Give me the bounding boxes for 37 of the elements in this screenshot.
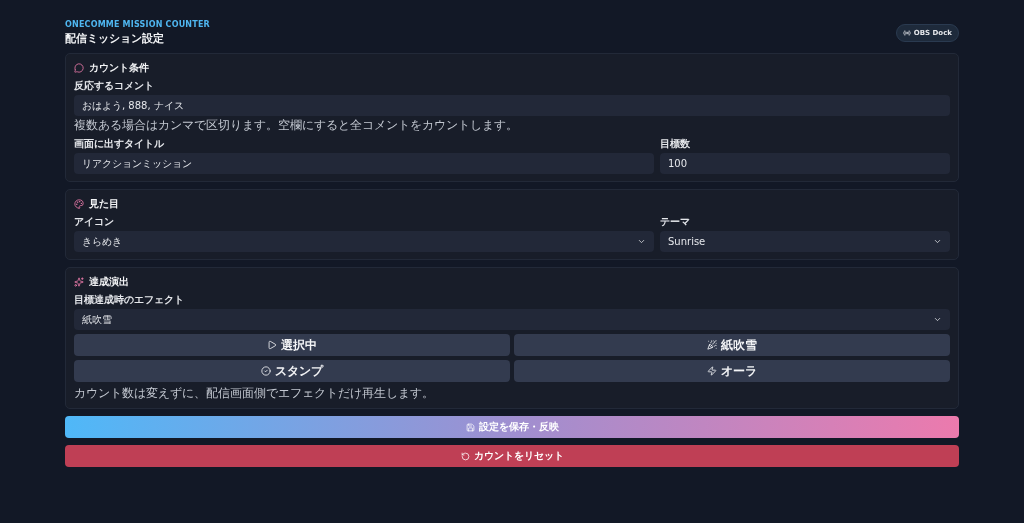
- comment-input[interactable]: おはよう, 888, ナイス: [74, 95, 950, 116]
- chevron-down-icon: [933, 237, 942, 246]
- field-label: 反応するコメント: [74, 79, 155, 93]
- page-title: 配信ミッション設定: [65, 31, 165, 46]
- input-field[interactable]: 100: [660, 153, 950, 174]
- broadcast-icon: [902, 29, 911, 37]
- save-icon: [465, 422, 475, 432]
- speech-bubble-icon: [74, 63, 84, 73]
- section-title: 見た目: [89, 197, 119, 211]
- field-label: 目標数: [660, 137, 691, 151]
- select-field[interactable]: 紙吹雪: [74, 309, 950, 330]
- input-field[interactable]: リアクションミッション: [74, 153, 654, 174]
- field-label: 目標達成時のエフェクト: [74, 293, 185, 307]
- effect-button[interactable]: オーラ: [514, 360, 950, 382]
- effect-button[interactable]: 選択中: [74, 334, 510, 356]
- palette-icon: [74, 199, 84, 209]
- check-circle-icon: [261, 366, 271, 376]
- field-label: アイコン: [74, 215, 115, 229]
- hint-text: 複数ある場合はカンマで区切ります。空欄にすると全コメントをカウントします。: [74, 118, 519, 133]
- section-title: 達成演出: [89, 275, 129, 289]
- note-text: カウント数は変えずに、配信画面側でエフェクトだけ再生します。: [74, 386, 435, 401]
- app-eyebrow: ONECOMME MISSION COUNTER: [65, 20, 210, 29]
- chevron-down-icon: [637, 237, 646, 246]
- lightning-icon: [707, 366, 717, 376]
- field-label: 画面に出すタイトル: [74, 137, 165, 151]
- effect-button[interactable]: 紙吹雪: [514, 334, 950, 356]
- effect-button[interactable]: スタンプ: [74, 360, 510, 382]
- section-title: カウント条件: [89, 61, 149, 75]
- chevron-down-icon: [933, 315, 942, 324]
- select-field[interactable]: きらめき: [74, 231, 654, 252]
- play-icon: [267, 340, 277, 350]
- reset-icon: [460, 451, 470, 461]
- sparkles-icon: [74, 277, 84, 287]
- select-field[interactable]: Sunrise: [660, 231, 950, 252]
- reset-button[interactable]: カウントをリセット: [65, 445, 959, 467]
- party-popper-icon: [707, 340, 717, 350]
- field-label: テーマ: [660, 215, 691, 229]
